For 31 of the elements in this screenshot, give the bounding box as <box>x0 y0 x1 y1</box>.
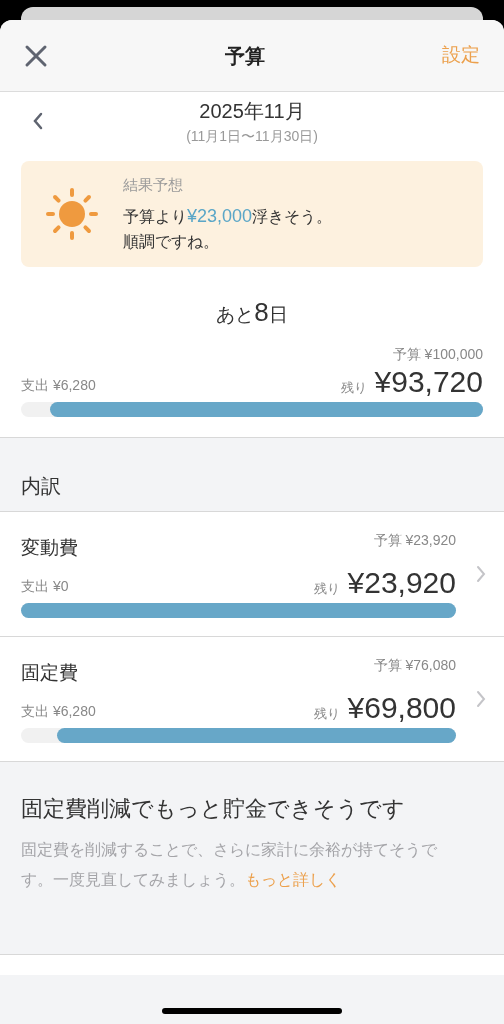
category-name: 固定費 <box>21 660 78 685</box>
header-title: 予算 <box>225 43 265 69</box>
forecast-text: 予算より¥23,000浮きそう。 <box>123 204 333 228</box>
remaining-amount: ¥23,920 <box>347 568 456 598</box>
tip-title: 固定費削減でもっと貯金できそうです <box>21 794 406 823</box>
remaining-label: 残り <box>313 705 340 723</box>
spent-amount: 支出 ¥0 <box>21 576 69 596</box>
budget-category-row[interactable]: 変動費 予算 ¥23,920 支出 ¥0 残り ¥23,920 <box>0 511 504 637</box>
forecast-label: 結果予想 <box>123 175 184 196</box>
chevron-right-icon <box>476 564 486 583</box>
remaining-label: 残り <box>340 379 367 397</box>
sun-icon <box>43 185 101 243</box>
month-title: 2025年11月 <box>199 99 305 124</box>
remaining-amount: ¥69,800 <box>347 693 456 723</box>
remaining-amount: ¥93,720 <box>374 367 483 397</box>
date-range: (11月1日〜11月30日) <box>186 127 318 146</box>
section-title: 内訳 <box>21 473 61 499</box>
spent-amount: 支出 ¥6,280 <box>21 375 96 395</box>
category-budget: 予算 ¥76,080 <box>373 655 456 675</box>
category-name: 変動費 <box>21 535 78 560</box>
close-icon[interactable] <box>24 43 48 68</box>
budget-amount: 予算 ¥100,000 <box>392 345 483 364</box>
forecast-note: 順調ですね。 <box>123 231 220 252</box>
budget-category-row[interactable]: 固定費 予算 ¥76,080 支出 ¥6,280 残り ¥69,800 <box>0 636 504 762</box>
days-left: あと 8 日 <box>216 296 288 329</box>
spent-amount: 支出 ¥6,280 <box>21 701 96 721</box>
chevron-right-icon <box>476 689 486 708</box>
tip-text: 固定費を削減することで、さらに家計に余裕が持てそうです。一度見直してみましょう。もっと詳しく <box>21 839 438 890</box>
chevron-left-icon[interactable] <box>32 111 44 131</box>
remaining-label: 残り <box>313 580 340 598</box>
category-budget: 予算 ¥23,920 <box>373 530 456 550</box>
